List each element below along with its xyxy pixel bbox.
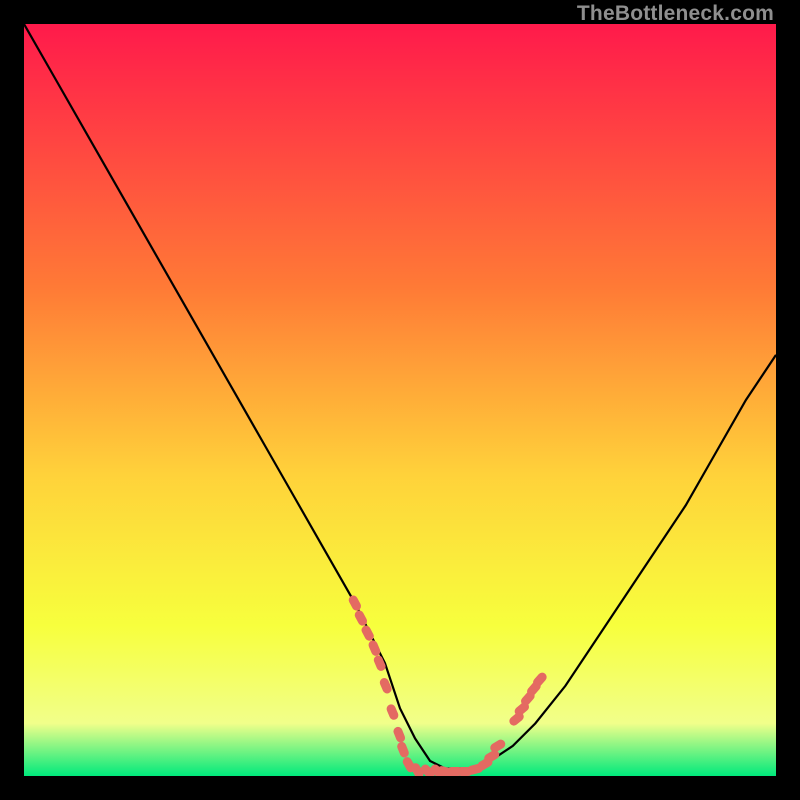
watermark-text: TheBottleneck.com <box>577 2 774 26</box>
gradient-background <box>24 24 776 776</box>
bottleneck-chart <box>24 24 776 776</box>
chart-frame <box>24 24 776 776</box>
